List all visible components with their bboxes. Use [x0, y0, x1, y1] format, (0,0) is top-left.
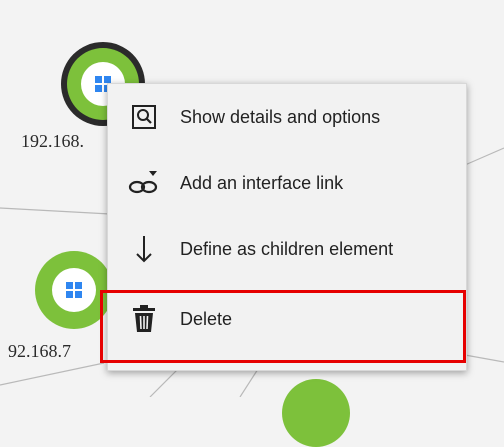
menu-item-label: Add an interface link [180, 172, 344, 193]
connection-line [0, 207, 111, 215]
windows-icon [66, 282, 82, 298]
connection-line [0, 362, 105, 386]
context-menu: Show details and options Add an interfac… [107, 83, 467, 371]
connection-line [464, 147, 504, 166]
connection-line [239, 368, 259, 397]
menu-item-label: Delete [180, 308, 233, 329]
menu-item-add-interface-link[interactable]: Add an interface link [108, 150, 466, 216]
menu-item-label: Show details and options [180, 106, 381, 127]
arrow-down-icon [108, 216, 180, 282]
menu-item-define-children[interactable]: Define as children element [108, 216, 466, 282]
menu-item-delete[interactable]: Delete [108, 286, 466, 352]
network-node[interactable] [282, 379, 350, 447]
menu-item-label: Define as children element [180, 238, 394, 259]
connection-line [464, 354, 504, 363]
node-ip-label: 92.168.7 [8, 341, 71, 361]
magnifier-icon [108, 84, 180, 150]
connection-line [149, 368, 179, 397]
trash-icon [108, 286, 180, 352]
node-ip-label: 192.168. [21, 131, 84, 151]
menu-item-show-details[interactable]: Show details and options [108, 84, 466, 150]
network-node[interactable] [35, 251, 113, 329]
link-icon [108, 150, 180, 216]
